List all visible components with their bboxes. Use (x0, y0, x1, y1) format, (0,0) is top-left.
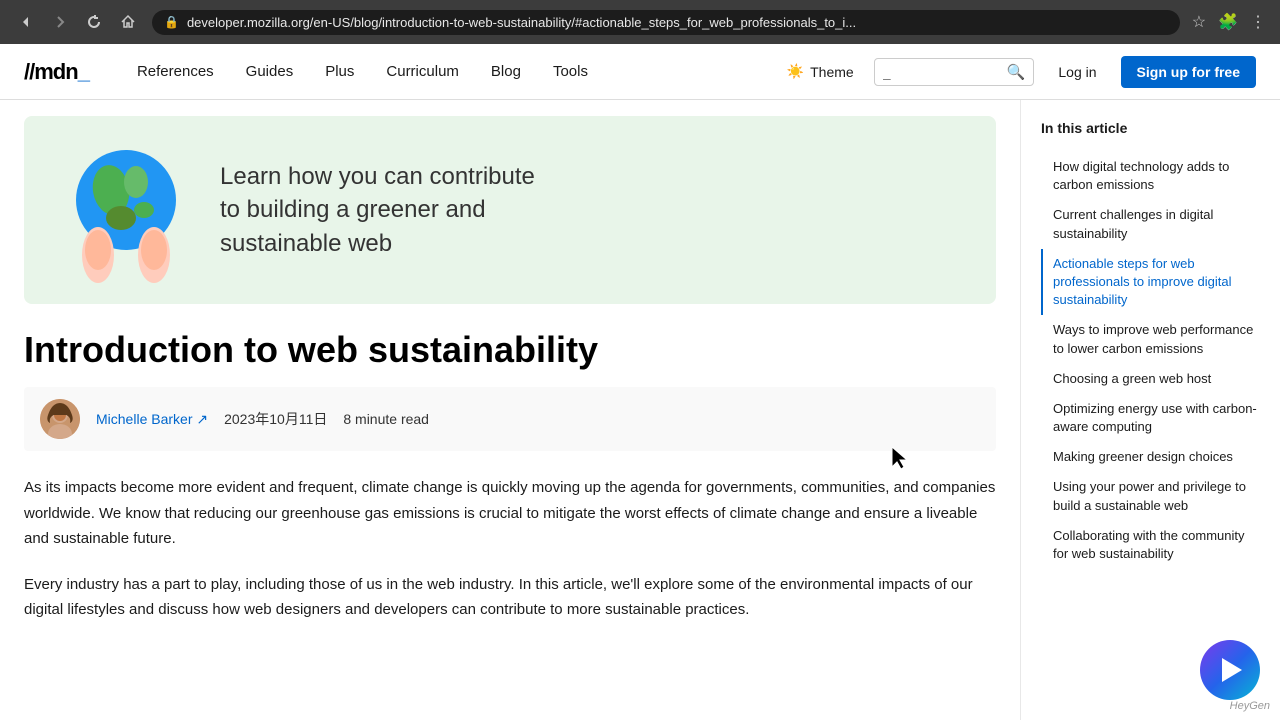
mdn-logo[interactable]: // mdn_ (24, 59, 89, 85)
lock-icon: 🔒 (164, 15, 179, 29)
main-layout: Learn how you can contribute to building… (0, 100, 1280, 720)
toc-item[interactable]: Optimizing energy use with carbon-aware … (1041, 394, 1260, 442)
nav-blog[interactable]: Blog (475, 44, 537, 100)
mdn-navbar: // mdn_ References Guides Plus Curriculu… (0, 44, 1280, 100)
author-avatar (40, 399, 80, 439)
hero-heading: Learn how you can contribute to building… (220, 160, 964, 261)
toc-link-5[interactable]: Choosing a green web host (1053, 370, 1260, 388)
toc-link-7[interactable]: Making greener design choices (1053, 448, 1260, 466)
url-text: developer.mozilla.org/en-US/blog/introdu… (187, 15, 856, 30)
nav-plus[interactable]: Plus (309, 44, 370, 100)
sun-icon: ☀️ (787, 63, 804, 80)
hero-text: Learn how you can contribute to building… (220, 160, 964, 261)
play-icon (1222, 658, 1242, 682)
theme-label: Theme (810, 64, 854, 80)
back-button[interactable] (12, 12, 40, 32)
hero-banner: Learn how you can contribute to building… (24, 116, 996, 304)
browser-action-buttons: ☆ 🧩 ⋮ (1190, 10, 1268, 34)
hero-illustration (56, 140, 196, 280)
nav-guides[interactable]: Guides (230, 44, 310, 100)
avatar-face (40, 399, 80, 439)
browser-chrome: 🔒 developer.mozilla.org/en-US/blog/intro… (0, 0, 1280, 44)
toc-link-1[interactable]: How digital technology adds to carbon em… (1053, 158, 1260, 194)
toc-link-3[interactable]: Actionable steps for web professionals t… (1053, 255, 1260, 310)
toc-item[interactable]: Collaborating with the community for web… (1041, 521, 1260, 569)
bookmark-button[interactable]: ☆ (1190, 10, 1208, 34)
nav-curriculum[interactable]: Curriculum (370, 44, 475, 100)
article-meta: Michelle Barker ↗ 2023年10月11日 8 minute r… (24, 387, 996, 451)
address-bar[interactable]: 🔒 developer.mozilla.org/en-US/blog/intro… (152, 10, 1180, 35)
forward-button[interactable] (46, 12, 74, 32)
toc-link-6[interactable]: Optimizing energy use with carbon-aware … (1053, 400, 1260, 436)
heygen-label: HeyGen (1230, 700, 1270, 712)
article-title: Introduction to web sustainability (24, 328, 996, 371)
article-content: Introduction to web sustainability (0, 328, 1020, 667)
toc-link-8[interactable]: Using your power and privilege to build … (1053, 478, 1260, 514)
nav-right: ☀️ Theme 🔍 Log in Sign up for free (779, 56, 1256, 88)
article-body: As its impacts become more evident and f… (24, 475, 996, 623)
toc-link-9[interactable]: Collaborating with the community for web… (1053, 527, 1260, 563)
toc-link-2[interactable]: Current challenges in digital sustainabi… (1053, 206, 1260, 242)
heygen-button[interactable] (1200, 640, 1260, 700)
toc-item[interactable]: Current challenges in digital sustainabi… (1041, 200, 1260, 248)
toc-list: How digital technology adds to carbon em… (1041, 152, 1260, 569)
article-date: 2023年10月11日 (224, 409, 327, 429)
toc-item[interactable]: Making greener design choices (1041, 442, 1260, 472)
toc-item[interactable]: Using your power and privilege to build … (1041, 472, 1260, 520)
article-paragraph-1: As its impacts become more evident and f… (24, 475, 996, 552)
search-box[interactable]: 🔍 (874, 58, 1035, 86)
theme-toggle[interactable]: ☀️ Theme (779, 59, 862, 84)
signup-button[interactable]: Sign up for free (1121, 56, 1256, 88)
table-of-contents-sidebar: In this article How digital technology a… (1020, 100, 1280, 720)
nav-links: References Guides Plus Curriculum Blog T… (121, 44, 604, 100)
search-input[interactable] (883, 64, 1003, 80)
article-read-time: 8 minute read (343, 411, 429, 427)
extensions-button[interactable]: 🧩 (1216, 10, 1240, 34)
browser-nav-buttons (12, 12, 142, 32)
nav-tools[interactable]: Tools (537, 44, 604, 100)
search-icon[interactable]: 🔍 (1007, 63, 1026, 81)
toc-item[interactable]: How digital technology adds to carbon em… (1041, 152, 1260, 200)
article-paragraph-2: Every industry has a part to play, inclu… (24, 572, 996, 623)
toc-item[interactable]: Choosing a green web host (1041, 364, 1260, 394)
nav-references[interactable]: References (121, 44, 230, 100)
toc-item-active[interactable]: Actionable steps for web professionals t… (1041, 249, 1260, 316)
toc-title: In this article (1041, 120, 1260, 136)
article-area[interactable]: Learn how you can contribute to building… (0, 100, 1020, 720)
refresh-button[interactable] (80, 12, 108, 32)
toc-item[interactable]: Ways to improve web performance to lower… (1041, 315, 1260, 363)
toc-link-4[interactable]: Ways to improve web performance to lower… (1053, 321, 1260, 357)
login-button[interactable]: Log in (1046, 58, 1108, 86)
menu-button[interactable]: ⋮ (1248, 10, 1268, 34)
home-button[interactable] (114, 12, 142, 32)
author-link[interactable]: Michelle Barker ↗ (96, 411, 208, 428)
